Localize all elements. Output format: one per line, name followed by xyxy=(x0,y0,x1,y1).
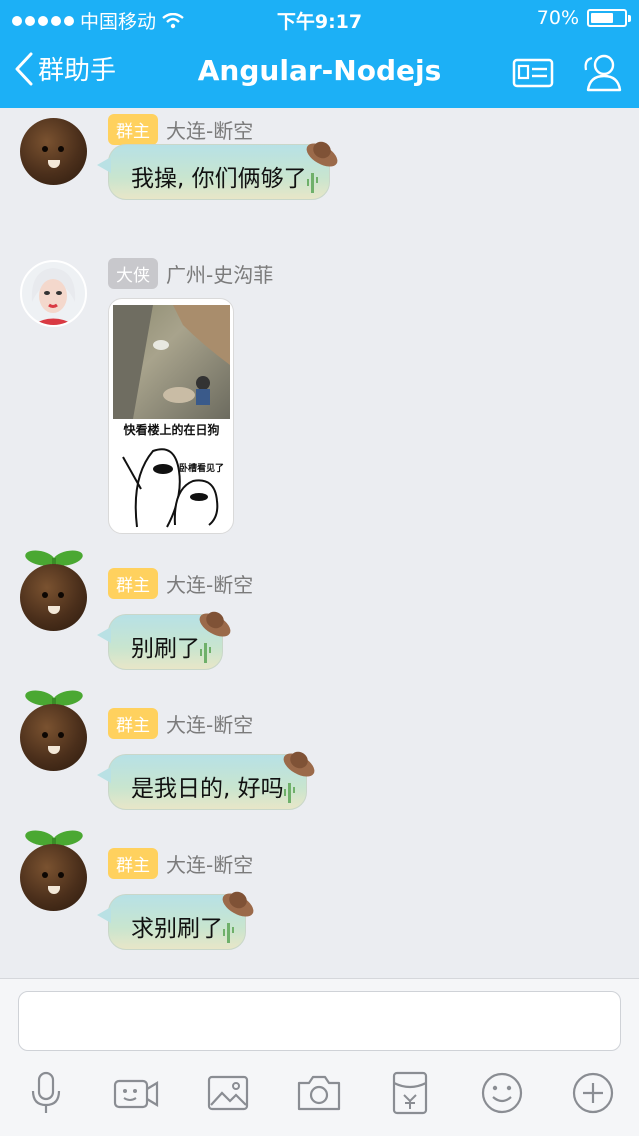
message-input[interactable] xyxy=(18,991,621,1051)
cactus-decoration-icon xyxy=(306,173,318,193)
message-bubble[interactable]: 求别刷了 xyxy=(97,891,254,950)
hat-decoration-icon xyxy=(222,891,254,917)
microphone-icon[interactable] xyxy=(22,1069,70,1117)
owner-badge: 群主 xyxy=(108,848,158,879)
avatar[interactable] xyxy=(20,844,87,911)
image-icon[interactable] xyxy=(204,1069,252,1117)
status-bar: 中国移动 下午9:17 70% xyxy=(0,0,639,36)
image-caption: 快看楼上的在日狗 xyxy=(123,423,220,437)
owner-badge: 群主 xyxy=(108,708,158,739)
cactus-decoration-icon xyxy=(283,783,295,803)
message-bubble[interactable]: 我操, 你们俩够了 xyxy=(97,141,338,200)
battery-icon xyxy=(587,9,631,27)
hat-decoration-icon xyxy=(306,141,338,167)
message-bubble[interactable]: 别刷了 xyxy=(97,611,231,670)
emoji-icon[interactable] xyxy=(478,1069,526,1117)
image-message[interactable]: 快看楼上的在日狗 卧槽看见了 xyxy=(108,298,234,534)
top-bar: 中国移动 下午9:17 70% 群助手 Angular-Nodejs xyxy=(0,0,639,108)
battery-fill xyxy=(591,13,613,23)
battery-percent: 70% xyxy=(536,7,579,29)
camera-icon[interactable] xyxy=(295,1069,343,1117)
sender-name: 大连-断空 xyxy=(166,119,254,143)
avatar[interactable] xyxy=(20,118,87,185)
message-text: 别刷了 xyxy=(131,636,200,662)
avatar[interactable] xyxy=(20,704,87,771)
sender-name: 大连-断空 xyxy=(166,853,254,877)
owner-badge: 群主 xyxy=(108,114,158,145)
hat-decoration-icon xyxy=(199,611,231,637)
chat-area[interactable]: 群主 大连-断空 我操, 你们俩够了 大侠 广州-史沟菲 快看楼上的在日狗 卧槽… xyxy=(0,108,639,978)
hero-badge: 大侠 xyxy=(108,258,158,289)
navigation-bar: 群助手 Angular-Nodejs xyxy=(0,36,639,108)
group-members-icon[interactable] xyxy=(580,50,626,96)
message-text: 求别刷了 xyxy=(131,916,223,942)
meme-drawing-icon xyxy=(122,448,219,528)
input-bar xyxy=(0,978,639,1136)
plus-icon[interactable] xyxy=(569,1069,617,1117)
red-packet-icon[interactable] xyxy=(386,1069,434,1117)
owner-badge: 群主 xyxy=(108,568,158,599)
avatar-portrait-icon xyxy=(31,268,76,325)
profile-card-icon[interactable] xyxy=(510,50,556,96)
message-bubble[interactable]: 是我日的, 好吗 xyxy=(97,751,315,810)
cactus-decoration-icon xyxy=(200,643,211,663)
sender-name: 广州-史沟菲 xyxy=(166,263,274,287)
sender-name: 大连-断空 xyxy=(166,573,254,597)
cactus-decoration-icon xyxy=(223,923,234,943)
avatar[interactable] xyxy=(20,564,87,631)
video-call-icon[interactable] xyxy=(112,1069,160,1117)
message-text: 是我日的, 好吗 xyxy=(131,776,284,802)
avatar[interactable] xyxy=(20,260,87,327)
photo-image xyxy=(113,305,230,419)
sender-name: 大连-断空 xyxy=(166,713,254,737)
message-text: 我操, 你们俩够了 xyxy=(131,166,307,192)
hat-decoration-icon xyxy=(283,751,315,777)
